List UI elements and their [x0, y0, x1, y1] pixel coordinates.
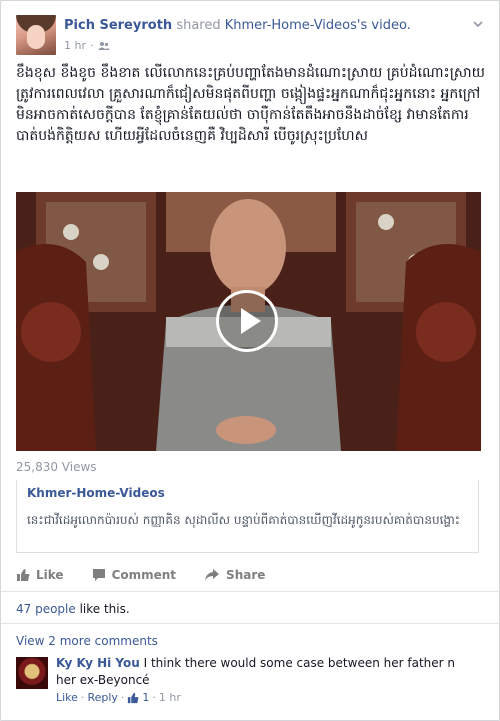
likes-suffix: like this.	[75, 602, 130, 616]
shared-text: shared	[176, 18, 221, 33]
like-button[interactable]: Like	[16, 563, 64, 587]
comment-meta: Like · Reply · 1 · 1 hr	[56, 691, 181, 704]
source-page-link[interactable]: Khmer-Home-Videos	[225, 18, 357, 33]
share-arrow-icon	[205, 569, 220, 581]
divider	[1, 591, 499, 592]
comment-like-count[interactable]: 1	[142, 691, 149, 704]
attachment-description: នេះជាវីដេអូលោកប៉ារបស់ កញ្ញាគិន សុដាលីស ប…	[27, 513, 461, 527]
post-time[interactable]: 1 hr	[64, 39, 86, 52]
divider	[1, 623, 499, 624]
author-name[interactable]: Pich Sereyroth	[64, 18, 172, 33]
likes-summary: 47 people like this.	[16, 602, 130, 616]
friends-icon	[97, 41, 110, 50]
story-header: Pich Sereyroth shared Khmer-Home-Videos'…	[16, 15, 489, 59]
post-text: ខឹងខុស ខឹងខូច ខឹងខាត លើលោកនេះគ្រប់បញ្ហាត…	[16, 65, 485, 144]
comment-item: Ky Ky Hi You I think there would some ca…	[16, 655, 486, 711]
share-label: Share	[226, 568, 266, 582]
comment-reply-link[interactable]: Reply	[87, 691, 117, 704]
separator-dot: ·	[152, 691, 156, 704]
separator-dot: ·	[120, 691, 125, 704]
comment-like-link[interactable]: Like	[56, 691, 78, 704]
author-line: Pich Sereyroth shared Khmer-Home-Videos'…	[64, 18, 411, 33]
comment-icon	[92, 569, 105, 581]
attachment-box[interactable]: Khmer-Home-Videos នេះជាវីដេអូលោកប៉ារបស់ …	[16, 480, 479, 553]
separator-dot: ·	[80, 691, 85, 704]
video-view-count: 25,830 Views	[16, 460, 97, 474]
comment-time[interactable]: 1 hr	[159, 691, 181, 704]
avatar-face	[27, 25, 45, 49]
video-player[interactable]	[16, 192, 481, 451]
comment-button[interactable]: Comment	[92, 563, 176, 587]
attachment-title[interactable]: Khmer-Home-Videos	[27, 486, 165, 500]
comment-body: Ky Ky Hi You I think there would some ca…	[56, 655, 456, 689]
commenter-avatar[interactable]	[16, 657, 48, 689]
comment-label: Comment	[111, 568, 177, 582]
source-suffix[interactable]: 's video.	[357, 18, 411, 33]
like-label: Like	[36, 568, 64, 582]
commenter-name[interactable]: Ky Ky Hi You	[56, 656, 140, 670]
share-button[interactable]: Share	[204, 563, 265, 587]
story-card: Pich Sereyroth shared Khmer-Home-Videos'…	[0, 0, 500, 721]
thumbs-up-icon	[128, 692, 139, 703]
thumbs-up-icon	[17, 569, 30, 581]
separator-dot: ·	[90, 39, 94, 52]
action-bar: Like Comment Share	[16, 563, 293, 587]
likes-count-link[interactable]: 47 people	[16, 602, 76, 616]
chevron-down-icon[interactable]	[471, 17, 485, 31]
play-icon[interactable]	[216, 290, 278, 352]
view-more-comments-link[interactable]: View 2 more comments	[16, 634, 158, 648]
post-meta: 1 hr ·	[64, 39, 110, 52]
author-avatar[interactable]	[16, 15, 56, 55]
